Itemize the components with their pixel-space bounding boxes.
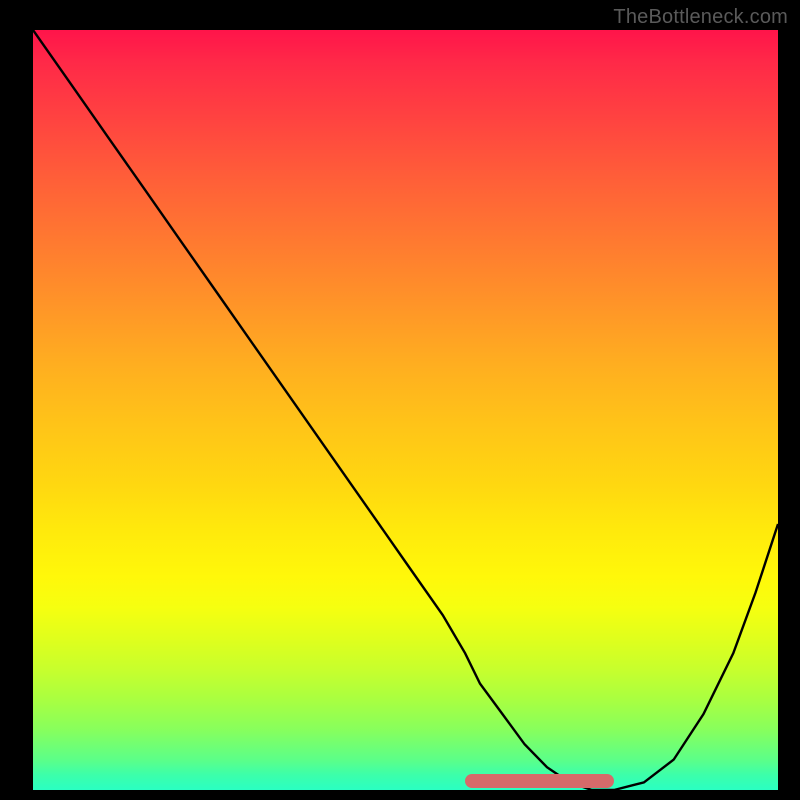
optimal-range-marker xyxy=(465,774,614,788)
watermark-text: TheBottleneck.com xyxy=(613,6,788,29)
bottleneck-curve xyxy=(33,30,778,790)
chart-container: TheBottleneck.com xyxy=(0,0,800,800)
plot-area xyxy=(33,30,778,790)
